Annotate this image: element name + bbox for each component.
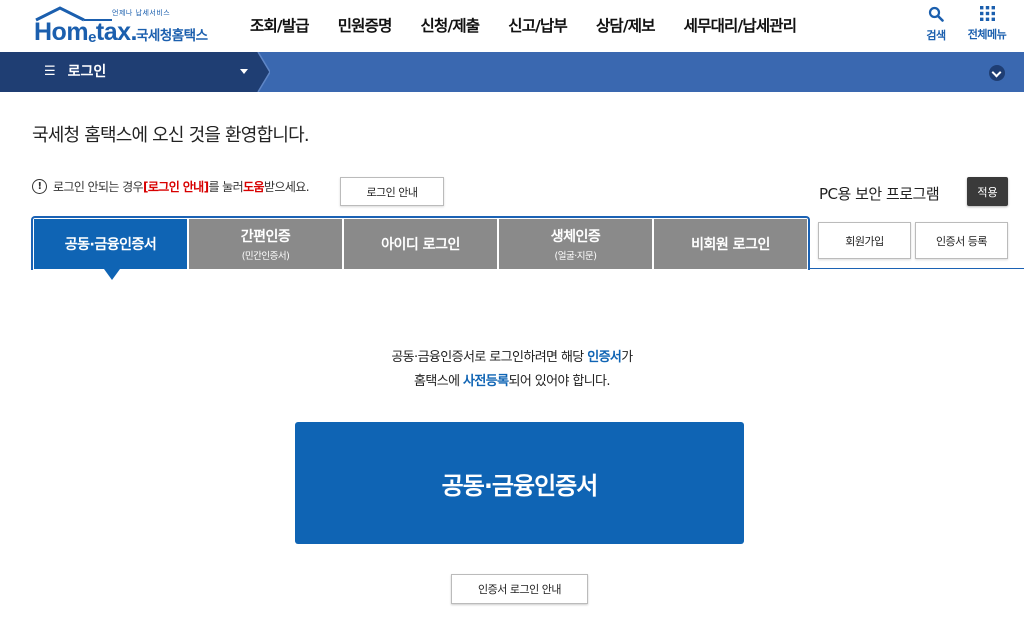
tab-biometric[interactable]: 생체인증 (얼굴·지문) <box>499 219 652 269</box>
nav-item-inquiry[interactable]: 조회/발급 <box>250 14 309 36</box>
location-menu-label: 로그인 <box>67 64 107 80</box>
search-icon <box>928 6 944 22</box>
hamburger-icon: ☰ <box>44 63 56 79</box>
site-header: 언제나 납세서비스 Hometax. 국세청홈택스 조회/발급 민원증명 신청/… <box>0 0 1024 52</box>
active-tab-pointer <box>104 269 120 280</box>
global-nav: 조회/발급 민원증명 신청/제출 신고/납부 상담/제보 세무대리/납세관리 <box>250 14 825 36</box>
hometax-logo[interactable]: 언제나 납세서비스 Hometax. 국세청홈택스 <box>28 4 218 48</box>
nav-item-application[interactable]: 신청/제출 <box>421 14 480 36</box>
cert-register-button[interactable]: 인증서 등록 <box>915 222 1008 259</box>
tab-joint-financial-cert[interactable]: 공동·금융인증서 <box>34 219 187 269</box>
login-help-notice: ! 로그인 안되는 경우 [로그인 안내] 를 눌러 도움 받으세요. <box>32 178 310 195</box>
nav-item-tax-agent[interactable]: 세무대리/납세관리 <box>684 14 797 36</box>
nav-item-consult[interactable]: 상담/제보 <box>596 14 655 36</box>
nav-item-certificate[interactable]: 민원증명 <box>338 14 393 36</box>
apply-security-button[interactable]: 적용 <box>967 177 1008 206</box>
logo-tagline: 언제나 납세서비스 <box>112 9 171 17</box>
tabs-underline <box>810 268 1024 269</box>
tab-simple-auth[interactable]: 간편인증 (민간인증서) <box>189 219 342 269</box>
cert-description-line-1: 공동·금융인증서로 로그인하려면 해당 인증서가 <box>391 350 633 365</box>
search-label: 검색 <box>926 29 946 42</box>
search-button[interactable]: 검색 <box>923 6 949 43</box>
all-menu-label: 전체메뉴 <box>967 28 1007 41</box>
location-menu-dropdown[interactable]: ☰ 로그인 <box>44 61 106 81</box>
logo-korean-name: 국세청홈택스 <box>136 28 208 44</box>
page-title: 국세청 홈택스에 오신 것을 환영합니다. <box>32 125 310 146</box>
login-guide-button[interactable]: 로그인 안내 <box>340 177 444 206</box>
signup-button[interactable]: 회원가입 <box>818 222 911 259</box>
pc-security-label: PC용 보안 프로그램 <box>819 185 940 203</box>
tab-id-login[interactable]: 아이디 로그인 <box>344 219 497 269</box>
exclamation-circle-icon: ! <box>32 179 47 194</box>
location-bar-current <box>0 52 270 92</box>
cert-login-guide-button[interactable]: 인증서 로그인 안내 <box>451 574 588 604</box>
logo-wordmark: Hometax. <box>34 18 138 46</box>
joint-financial-cert-login-button[interactable]: 공동·금융인증서 <box>295 422 744 544</box>
cert-description-line-2: 홈택스에 사전등록되어 있어야 합니다. <box>414 374 611 389</box>
nav-item-filing[interactable]: 신고/납부 <box>508 14 567 36</box>
grid-menu-icon <box>979 6 995 21</box>
expand-circle-icon[interactable] <box>989 65 1005 81</box>
tab-guest-login[interactable]: 비회원 로그인 <box>654 219 807 269</box>
all-menu-button[interactable]: 전체메뉴 <box>964 6 1010 42</box>
caret-down-icon[interactable] <box>240 69 248 74</box>
